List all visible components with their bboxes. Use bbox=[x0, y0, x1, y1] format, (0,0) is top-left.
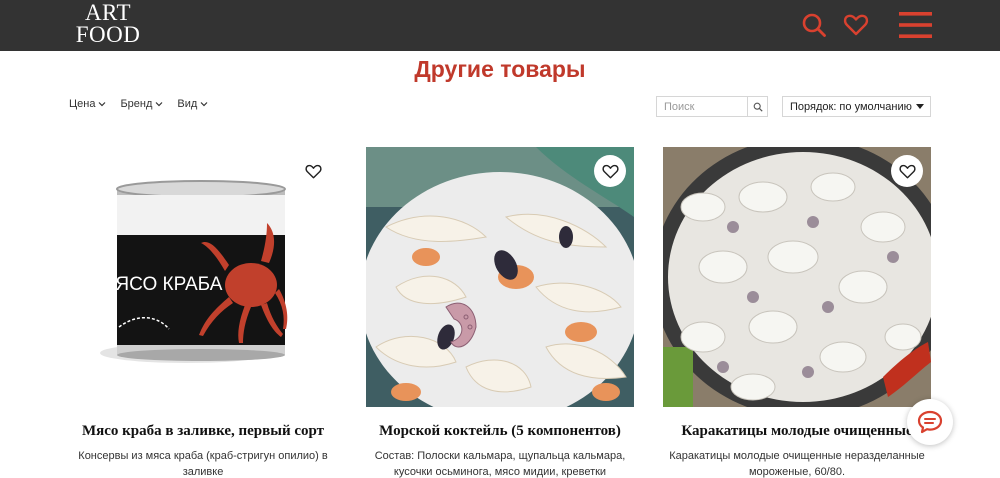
product-name[interactable]: Мясо краба в заливке, первый сорт bbox=[69, 423, 337, 440]
caret-down-icon bbox=[916, 104, 924, 109]
filter-label: Цена bbox=[69, 98, 96, 110]
filter-brand[interactable]: Бренд bbox=[120, 98, 163, 110]
favorite-button[interactable] bbox=[297, 155, 329, 187]
chat-widget-button[interactable] bbox=[907, 399, 953, 445]
sort-select[interactable]: Порядок: по умолчанию bbox=[782, 96, 931, 117]
filter-type[interactable]: Вид bbox=[177, 98, 208, 110]
heart-icon bbox=[304, 164, 322, 178]
description-line: Консервы из мяса краба (краб-стригун опи… bbox=[78, 450, 328, 462]
chevron-down-icon bbox=[200, 102, 208, 107]
product-image[interactable]: МЯСО КРАБА bbox=[69, 147, 337, 407]
product-card: МЯСО КРАБА Мясо краба в заливке, первый … bbox=[69, 147, 337, 478]
heart-icon[interactable] bbox=[843, 12, 869, 38]
description-line: кусочки осьминога, мясо мидии, креветки bbox=[393, 466, 607, 478]
search-icon bbox=[753, 102, 763, 112]
heart-icon bbox=[601, 164, 619, 178]
description-line: Каракатицы молодые очищенные неразделанн… bbox=[669, 450, 925, 462]
heart-icon bbox=[898, 164, 916, 178]
filter-label: Бренд bbox=[120, 98, 153, 110]
section-title: Другие товары bbox=[414, 56, 586, 82]
menu-icon[interactable] bbox=[899, 11, 932, 39]
product-description: Каракатицы молодые очищенные неразделанн… bbox=[663, 448, 931, 478]
search-input[interactable] bbox=[657, 97, 747, 116]
sort-value: Порядок: по умолчанию bbox=[790, 100, 912, 113]
description-line: Состав: Полоски кальмара, щупальца кальм… bbox=[374, 450, 626, 462]
description-line: заливке bbox=[182, 466, 224, 478]
product-description: Состав: Полоски кальмара, щупальца кальм… bbox=[366, 448, 634, 478]
logo-line-2: FOOD bbox=[75, 22, 141, 47]
filter-price[interactable]: Цена bbox=[69, 98, 106, 110]
filter-bar: Цена Бренд Вид bbox=[69, 98, 208, 110]
product-image[interactable] bbox=[663, 147, 931, 407]
filter-label: Вид bbox=[177, 98, 198, 110]
product-search bbox=[656, 96, 768, 117]
favorite-button[interactable] bbox=[891, 155, 923, 187]
product-card: Каракатицы молодые очищенные Каракатицы … bbox=[663, 147, 931, 478]
search-submit-button[interactable] bbox=[747, 97, 767, 116]
product-card: Морской коктейль (5 компонентов) Состав:… bbox=[366, 147, 634, 478]
description-line: мороженые, 60/80. bbox=[748, 466, 846, 478]
product-description: Консервы из мяса краба (краб-стригун опи… bbox=[69, 448, 337, 478]
top-header: ART FOOD bbox=[0, 0, 1000, 51]
logo[interactable]: ART FOOD bbox=[68, 0, 148, 48]
chevron-down-icon bbox=[155, 102, 163, 107]
chevron-down-icon bbox=[99, 102, 106, 107]
favorite-button[interactable] bbox=[594, 155, 626, 187]
search-icon[interactable] bbox=[801, 12, 827, 38]
can-label-text: МЯСО КРАБА bbox=[100, 274, 223, 295]
product-name[interactable]: Морской коктейль (5 компонентов) bbox=[366, 423, 634, 440]
logo-line-1: ART bbox=[84, 0, 132, 25]
product-image[interactable] bbox=[366, 147, 634, 407]
chat-icon bbox=[917, 410, 943, 434]
product-name[interactable]: Каракатицы молодые очищенные bbox=[663, 423, 931, 440]
